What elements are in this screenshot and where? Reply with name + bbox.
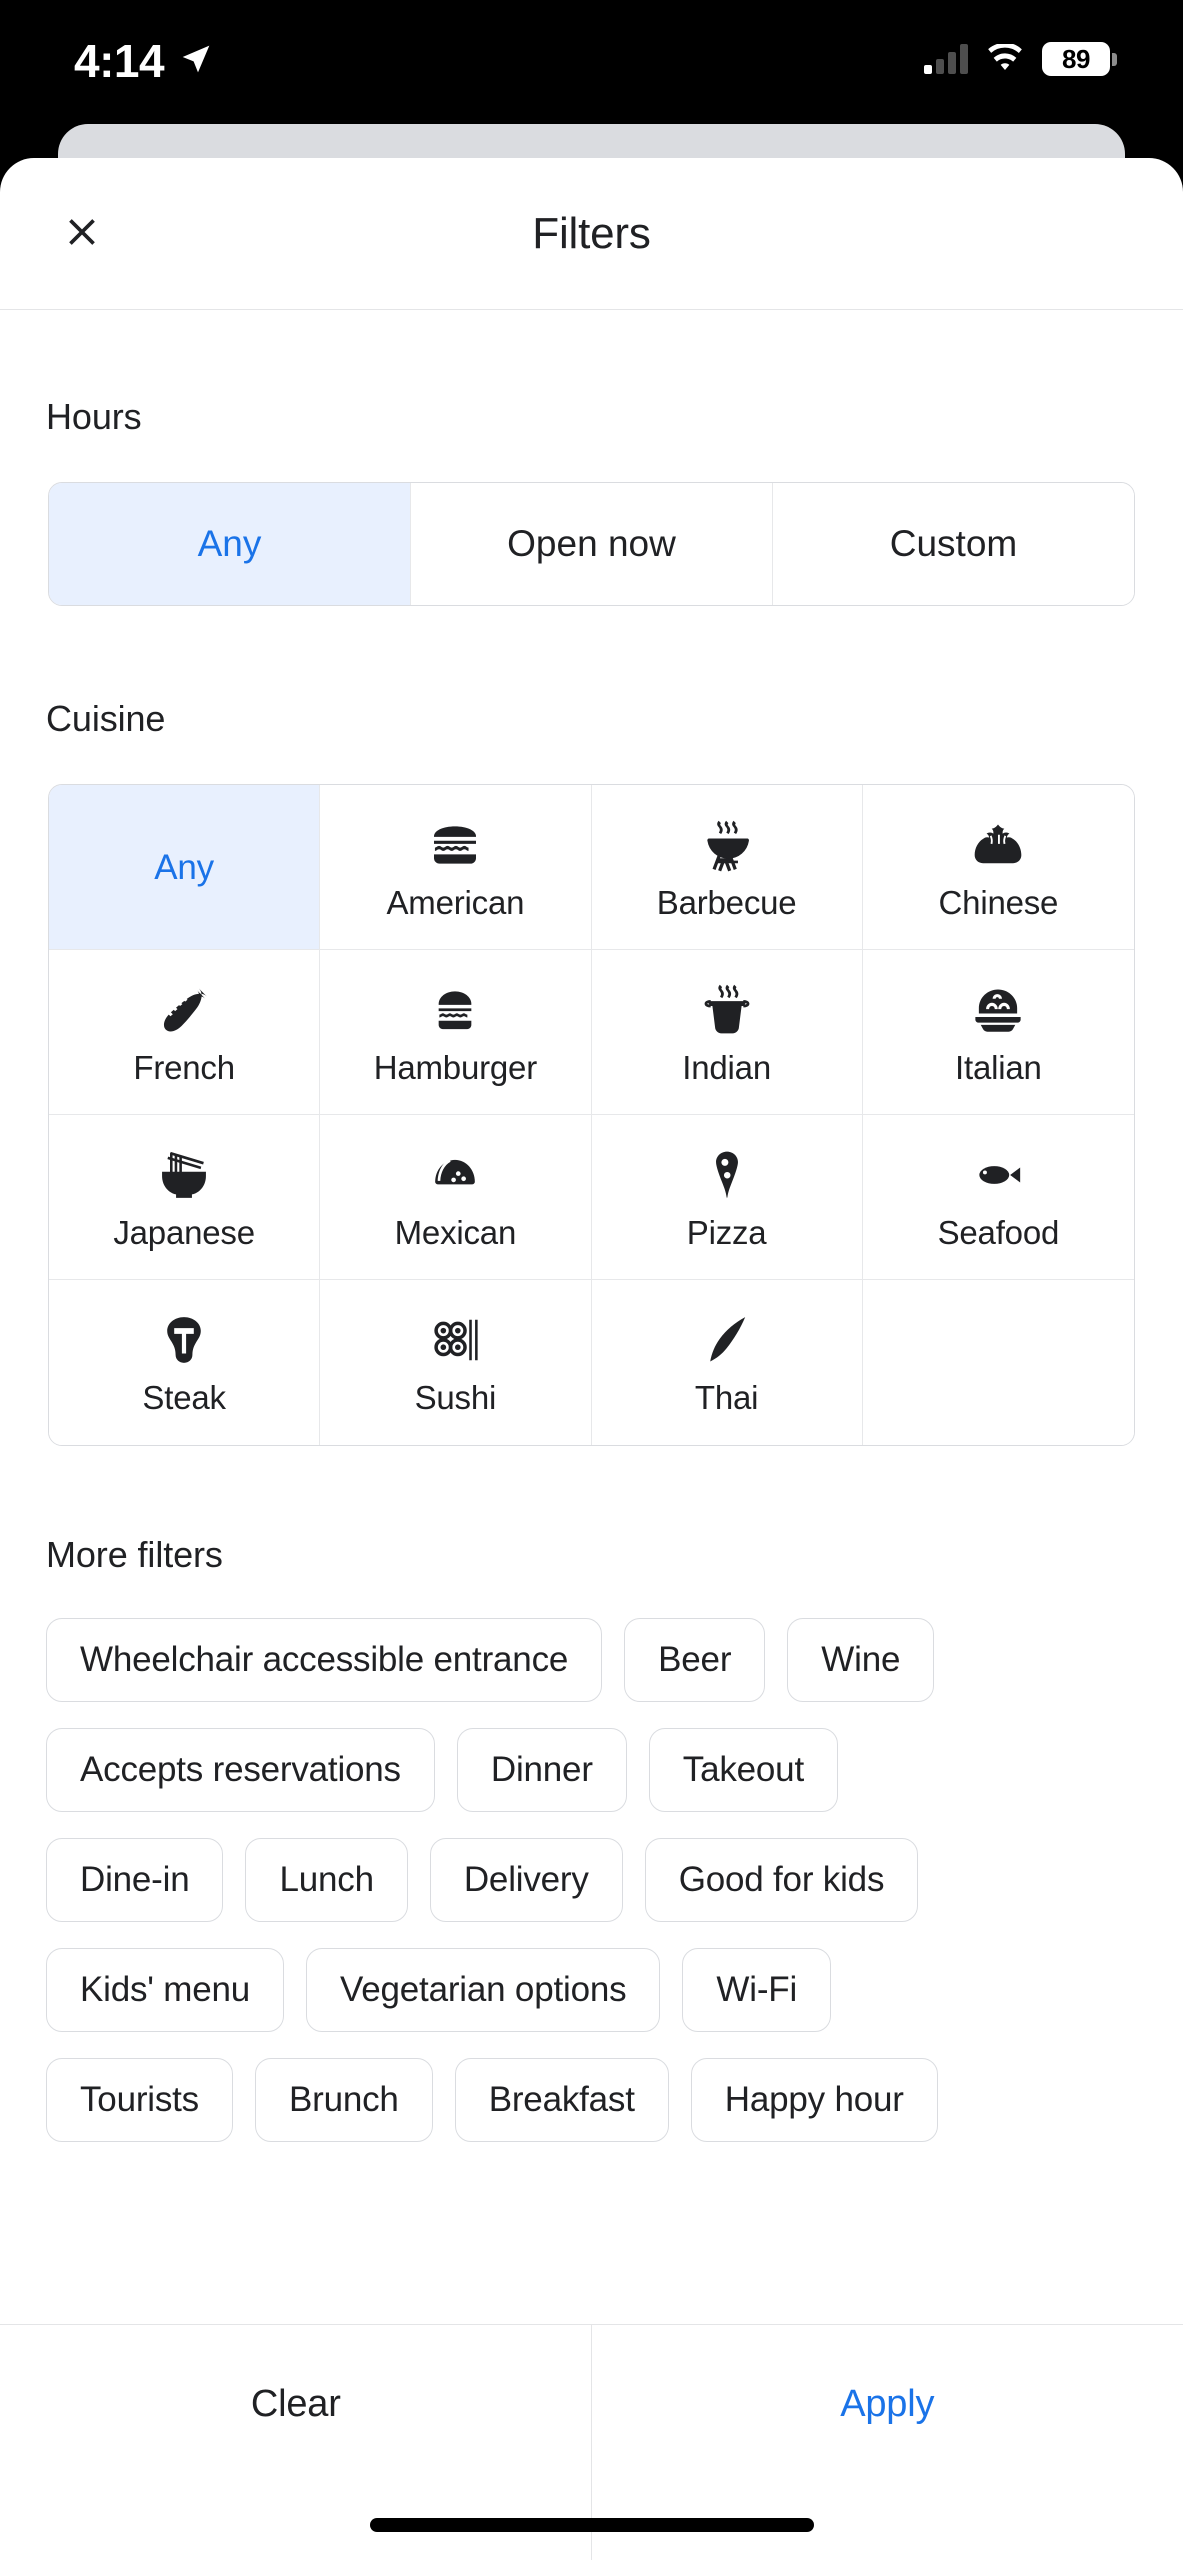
chip-lunch[interactable]: Lunch bbox=[245, 1838, 408, 1922]
cuisine-label-barbecue: Barbecue bbox=[656, 883, 797, 921]
cuisine-cell-barbecue[interactable]: Barbecue bbox=[591, 785, 863, 950]
burger-icon bbox=[427, 981, 483, 1039]
leaf-icon bbox=[699, 1311, 755, 1369]
phone-screen: 4:14 89 Filters Hours Any Open now Custo… bbox=[0, 0, 1183, 2560]
action-bar: Clear Apply bbox=[0, 2324, 1183, 2560]
chip-vegetarian-options[interactable]: Vegetarian options bbox=[306, 1948, 661, 2032]
status-bar-clock: 4:14 bbox=[74, 35, 165, 87]
chip-delivery[interactable]: Delivery bbox=[429, 1838, 623, 1922]
chip-takeout[interactable]: Takeout bbox=[648, 1728, 838, 1812]
chip-wine[interactable]: Wine bbox=[787, 1618, 935, 1702]
chip-dine-in[interactable]: Dine-in bbox=[46, 1838, 224, 1922]
cuisine-label-japanese: Japanese bbox=[113, 1213, 255, 1251]
cuisine-cell-hamburger[interactable]: Hamburger bbox=[320, 950, 592, 1115]
cuisine-cell-french[interactable]: French bbox=[49, 950, 321, 1115]
chip-tourists[interactable]: Tourists bbox=[46, 2058, 233, 2142]
cuisine-cell-empty bbox=[862, 1280, 1134, 1445]
cellular-signal-icon bbox=[924, 44, 968, 74]
location-arrow-icon bbox=[180, 43, 212, 75]
pizza-slice-icon bbox=[699, 1146, 755, 1204]
hours-segmented-control: Any Open now Custom bbox=[48, 482, 1135, 606]
wifi-icon bbox=[985, 42, 1025, 74]
chip-happy-hour[interactable]: Happy hour bbox=[690, 2058, 938, 2142]
dumpling-icon bbox=[970, 816, 1026, 874]
cuisine-label-steak: Steak bbox=[142, 1379, 226, 1416]
cuisine-label-italian: Italian bbox=[955, 1048, 1042, 1086]
ramen-bowl-icon bbox=[156, 1146, 212, 1204]
cuisine-label-any: Any bbox=[154, 847, 214, 887]
grill-icon bbox=[699, 816, 755, 874]
sushi-icon bbox=[427, 1311, 483, 1369]
chip-row: Accepts reservations Dinner Takeout bbox=[46, 1728, 1137, 1812]
curry-pot-icon bbox=[699, 981, 755, 1039]
cuisine-cell-sushi[interactable]: Sushi bbox=[320, 1280, 592, 1445]
chip-beer[interactable]: Beer bbox=[624, 1618, 766, 1702]
cuisine-label-hamburger: Hamburger bbox=[373, 1048, 537, 1086]
chip-good-for-kids[interactable]: Good for kids bbox=[644, 1838, 919, 1922]
cuisine-cell-thai[interactable]: Thai bbox=[591, 1280, 863, 1445]
chip-row: Wheelchair accessible entrance Beer Wine bbox=[46, 1618, 1137, 1702]
baguette-icon bbox=[156, 981, 212, 1039]
cuisine-section-label: Cuisine bbox=[46, 698, 166, 739]
home-indicator bbox=[369, 2518, 814, 2532]
cuisine-cell-indian[interactable]: Indian bbox=[591, 950, 863, 1115]
chip-brunch[interactable]: Brunch bbox=[255, 2058, 433, 2142]
hours-section-label: Hours bbox=[46, 396, 142, 437]
hours-option-any[interactable]: Any bbox=[49, 483, 411, 605]
cuisine-label-pizza: Pizza bbox=[686, 1213, 767, 1251]
chip-breakfast[interactable]: Breakfast bbox=[454, 2058, 669, 2142]
battery-icon: 89 bbox=[1042, 42, 1117, 76]
more-filters-chips: Wheelchair accessible entrance Beer Wine… bbox=[0, 1618, 1183, 2142]
cuisine-label-american: American bbox=[386, 883, 525, 921]
steak-icon bbox=[156, 1311, 212, 1369]
filters-content: Hours Any Open now Custom Cuisine Any Am… bbox=[0, 310, 1183, 2220]
cuisine-cell-italian[interactable]: Italian bbox=[862, 950, 1134, 1115]
hours-option-custom[interactable]: Custom bbox=[773, 483, 1134, 605]
filters-sheet: Filters Hours Any Open now Custom Cuisin… bbox=[0, 158, 1183, 2560]
status-bar-right: 89 bbox=[924, 42, 1117, 76]
chip-wheelchair-accessible-entrance[interactable]: Wheelchair accessible entrance bbox=[46, 1618, 603, 1702]
close-icon bbox=[60, 210, 104, 257]
cuisine-cell-any[interactable]: Any bbox=[49, 785, 321, 950]
cuisine-label-mexican: Mexican bbox=[394, 1213, 517, 1251]
more-filters-section-label: More filters bbox=[46, 1534, 223, 1575]
cuisine-cell-chinese[interactable]: Chinese bbox=[862, 785, 1134, 950]
hours-option-open-now[interactable]: Open now bbox=[411, 483, 773, 605]
cuisine-cell-american[interactable]: American bbox=[320, 785, 592, 950]
chip-row: Kids' menu Vegetarian options Wi-Fi bbox=[46, 1948, 1137, 2032]
cuisine-label-seafood: Seafood bbox=[937, 1213, 1060, 1251]
cuisine-label-french: French bbox=[133, 1048, 235, 1086]
chip-dinner[interactable]: Dinner bbox=[456, 1728, 627, 1812]
cuisine-cell-steak[interactable]: Steak bbox=[49, 1280, 321, 1445]
cuisine-cell-pizza[interactable]: Pizza bbox=[591, 1115, 863, 1280]
cuisine-cell-japanese[interactable]: Japanese bbox=[49, 1115, 321, 1280]
cuisine-cell-seafood[interactable]: Seafood bbox=[862, 1115, 1134, 1280]
chip-wifi[interactable]: Wi-Fi bbox=[682, 1948, 832, 2032]
fish-icon bbox=[970, 1146, 1026, 1204]
cuisine-label-thai: Thai bbox=[694, 1379, 759, 1416]
cuisine-label-chinese: Chinese bbox=[938, 883, 1059, 921]
chip-kids-menu[interactable]: Kids' menu bbox=[46, 1948, 285, 2032]
pasta-bowl-icon bbox=[970, 981, 1026, 1039]
chip-row: Dine-in Lunch Delivery Good for kids bbox=[46, 1838, 1137, 1922]
taco-icon bbox=[427, 1146, 483, 1204]
page-title: Filters bbox=[532, 208, 651, 258]
cuisine-label-sushi: Sushi bbox=[414, 1379, 497, 1416]
close-button[interactable] bbox=[46, 198, 118, 270]
chip-row: Tourists Brunch Breakfast Happy hour bbox=[46, 2058, 1137, 2142]
status-bar-left: 4:14 bbox=[74, 38, 212, 84]
burger-icon bbox=[427, 816, 483, 874]
chip-accepts-reservations[interactable]: Accepts reservations bbox=[46, 1728, 435, 1812]
cuisine-label-indian: Indian bbox=[682, 1048, 771, 1086]
content-bottom-spacer bbox=[0, 2168, 1183, 2220]
battery-percent-label: 89 bbox=[1062, 43, 1090, 74]
cuisine-cell-mexican[interactable]: Mexican bbox=[320, 1115, 592, 1280]
cuisine-grid: Any American Barbecue Chinese French Ham… bbox=[48, 784, 1135, 1446]
sheet-header: Filters bbox=[0, 158, 1183, 310]
